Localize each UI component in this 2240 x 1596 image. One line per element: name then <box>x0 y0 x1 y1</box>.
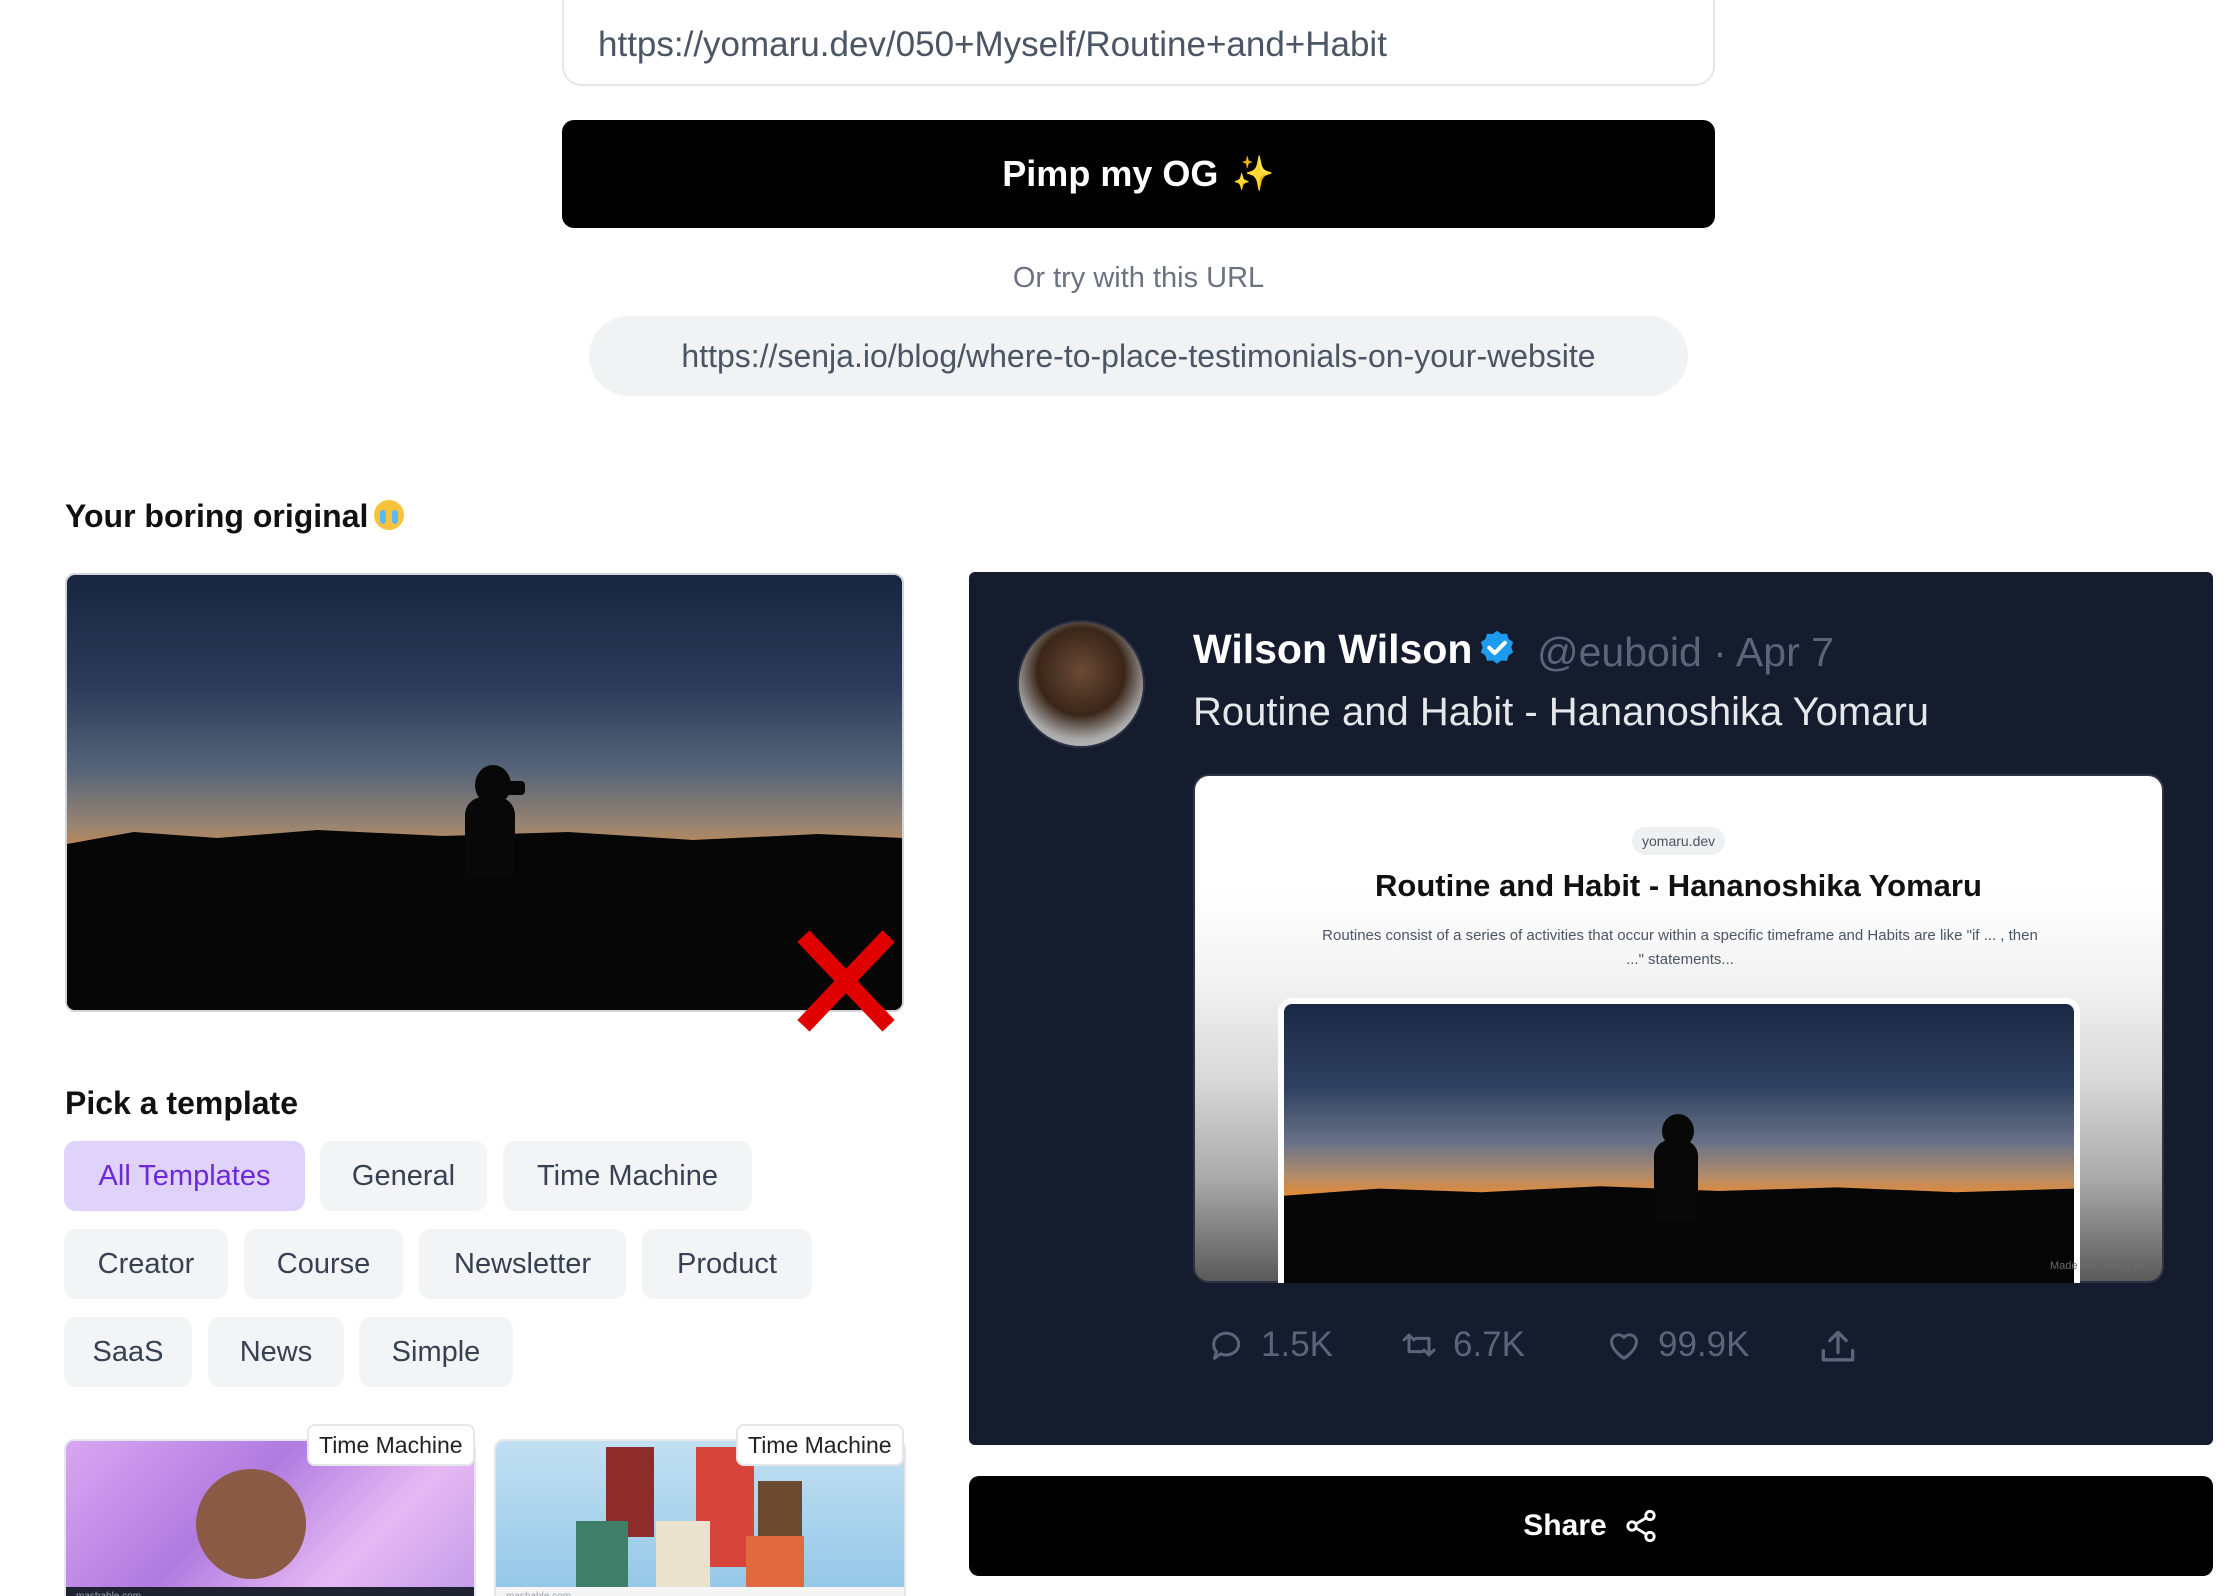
thumbnail-person <box>196 1469 306 1579</box>
filter-product[interactable]: Product <box>642 1229 812 1299</box>
filter-news[interactable]: News <box>208 1317 344 1387</box>
silhouette-camera <box>495 781 525 795</box>
sample-url-link[interactable]: https://senja.io/blog/where-to-place-tes… <box>589 316 1688 396</box>
comment-icon <box>1212 1331 1241 1360</box>
og-preview-image <box>1278 998 2080 1283</box>
original-og-image <box>65 573 904 1012</box>
pimp-my-og-button[interactable]: Pimp my OG ✨ <box>562 120 1715 228</box>
reply-count: 1.5K <box>1261 1325 1333 1364</box>
thumbnail-badge: Time Machine <box>736 1424 904 1466</box>
book-cover <box>656 1521 710 1596</box>
filter-newsletter[interactable]: Newsletter <box>419 1229 626 1299</box>
og-description: Routines consist of a series of activiti… <box>1322 927 2038 968</box>
filter-saas[interactable]: SaaS <box>64 1317 192 1387</box>
avatar <box>1017 620 1145 748</box>
og-domain-badge: yomaru.dev <box>1632 827 1726 855</box>
filter-course[interactable]: Course <box>244 1229 403 1299</box>
original-title-text: Your boring original <box>65 498 369 534</box>
reply-stat[interactable]: 1.5K <box>1207 1325 1333 1365</box>
heart-icon <box>1610 1333 1638 1360</box>
filter-creator[interactable]: Creator <box>64 1229 228 1299</box>
thumbnail-footer: mashable.com <box>496 1587 904 1596</box>
filter-general[interactable]: General <box>320 1141 487 1211</box>
url-input[interactable] <box>562 0 1715 86</box>
book-cover <box>576 1521 628 1596</box>
share-button[interactable]: Share <box>969 1476 2213 1576</box>
tweet-handle-date: @euboid · Apr 7 <box>1537 629 1834 675</box>
share-icon <box>1626 1509 1656 1543</box>
og-watermark: Made with theog.io <box>2050 1260 2143 1272</box>
like-stat[interactable]: 99.9K <box>1604 1325 1749 1365</box>
silhouette-body <box>1654 1140 1698 1220</box>
verified-badge-icon <box>1480 630 1514 664</box>
retweet-count: 6.7K <box>1453 1325 1525 1364</box>
filter-simple[interactable]: Simple <box>359 1317 513 1387</box>
retweet-stat[interactable]: 6.7K <box>1399 1325 1525 1365</box>
thumbnail-badge: Time Machine <box>307 1424 475 1466</box>
original-section-title: Your boring original <box>65 498 405 535</box>
pimp-button-label: Pimp my OG <box>1002 153 1219 194</box>
thumbnail-footer: mashable.com <box>66 1587 474 1596</box>
share-button-label: Share <box>1523 1509 1607 1542</box>
sparkles-icon: ✨ <box>1232 155 1275 193</box>
upload-stat[interactable] <box>1816 1325 1860 1374</box>
upload-icon <box>1821 1330 1855 1362</box>
retweet-icon <box>1402 1333 1436 1357</box>
silhouette-body <box>465 797 515 877</box>
filter-all-templates[interactable]: All Templates <box>64 1141 305 1211</box>
filter-time-machine[interactable]: Time Machine <box>503 1141 752 1211</box>
reject-x-icon <box>797 930 895 1032</box>
og-title: Routine and Habit - Hananoshika Yomaru <box>1375 868 1982 903</box>
crying-face-icon <box>374 500 405 530</box>
try-url-label: Or try with this URL <box>1012 262 1265 294</box>
tweet-text: Routine and Habit - Hananoshika Yomaru <box>1193 690 1930 734</box>
tweet-author-name: Wilson Wilson <box>1193 626 1473 672</box>
like-count: 99.9K <box>1658 1325 1750 1364</box>
templates-section-title: Pick a template <box>65 1085 298 1121</box>
